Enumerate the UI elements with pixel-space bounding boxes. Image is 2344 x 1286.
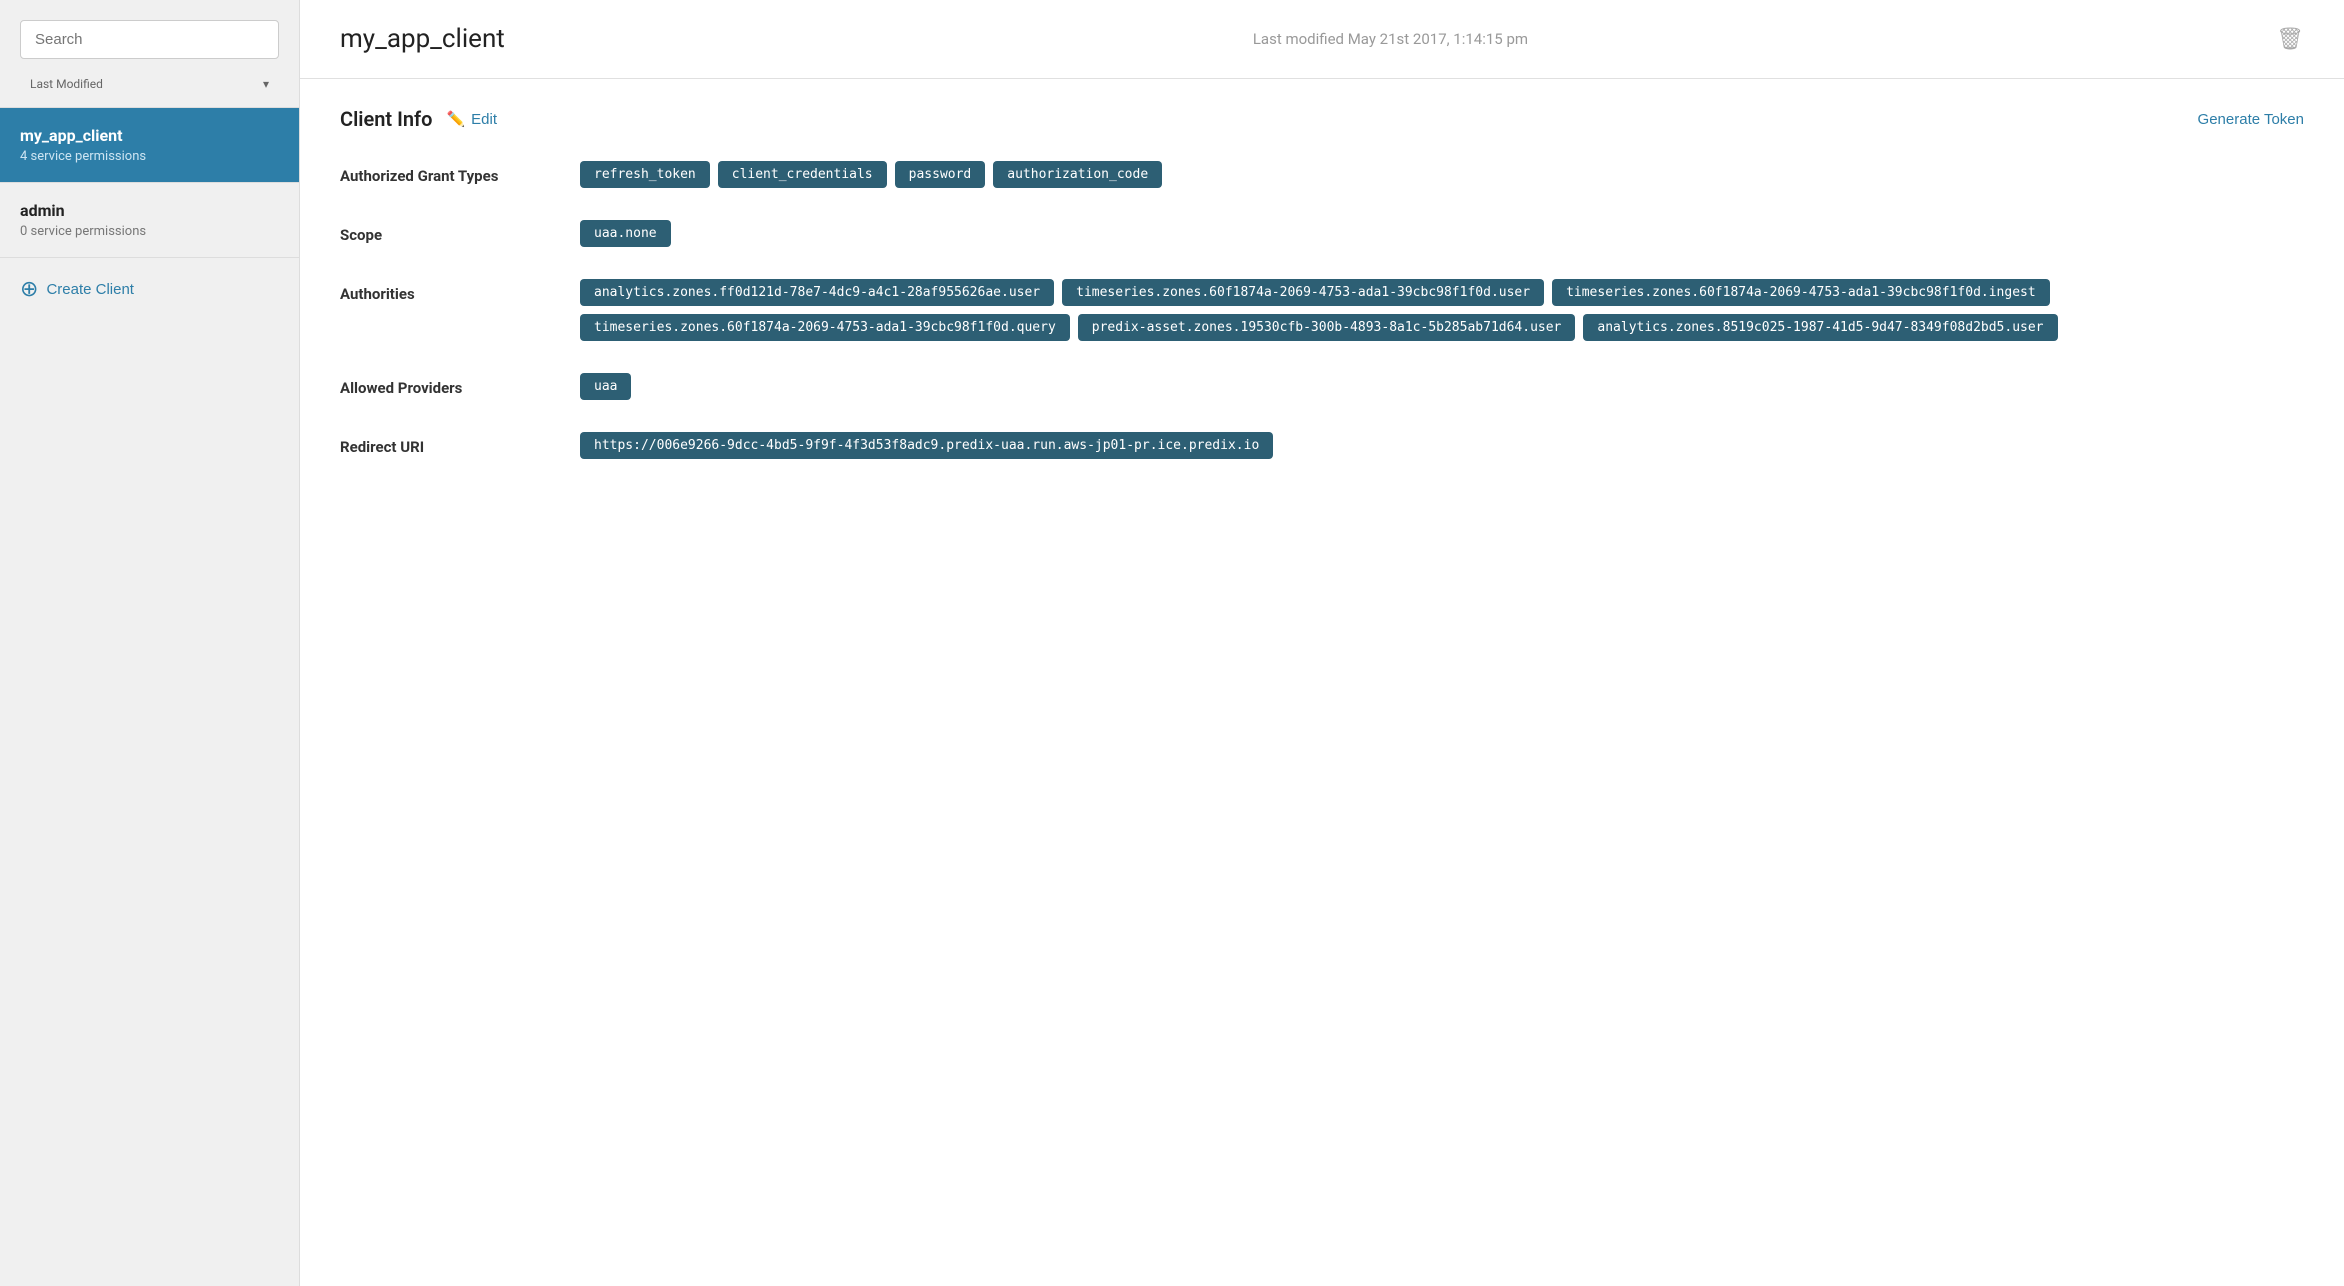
redirect-uri-values: https://006e9266-9dcc-4bd5-9f9f-4f3d53f8… [580,432,2304,459]
authorized-grant-types-field: Authorized Grant Types refresh_token clie… [340,161,2304,188]
tag: password [895,161,986,188]
authorities-values: analytics.zones.ff0d121d-78e7-4dc9-a4c1-… [580,279,2304,341]
tag: analytics.zones.8519c025-1987-41d5-9d47-… [1583,314,2057,341]
sort-dropdown[interactable]: Last Modified ▾ [20,71,279,97]
tag: authorization_code [993,161,1162,188]
edit-label: Edit [471,111,497,128]
field-label: Redirect URI [340,432,540,456]
pencil-icon: ✏️ [446,110,465,128]
allowed-providers-values: uaa [580,373,2304,400]
page-title: my_app_client [340,24,505,54]
sidebar: Last Modified ▾ my_app_client 4 service … [0,0,300,1286]
list-item[interactable]: my_app_client 4 service permissions [0,107,299,182]
search-input[interactable] [20,20,279,59]
section-title: Client Info [340,107,432,131]
tag: predix-asset.zones.19530cfb-300b-4893-8a… [1078,314,1576,341]
create-client-button[interactable]: ⊕ Create Client [20,278,279,300]
field-label: Authorities [340,279,540,303]
tag: timeseries.zones.60f1874a-2069-4753-ada1… [1552,279,2050,306]
allowed-providers-field: Allowed Providers uaa [340,373,2304,400]
client-name: my_app_client [20,126,279,145]
list-item[interactable]: admin 0 service permissions [0,182,299,258]
chevron-down-icon: ▾ [263,77,269,91]
client-name: admin [20,201,279,220]
client-permissions: 0 service permissions [20,224,279,239]
tag: uaa.none [580,220,671,247]
client-permissions: 4 service permissions [20,149,279,164]
scope-values: uaa.none [580,220,2304,247]
tag: timeseries.zones.60f1874a-2069-4753-ada1… [1062,279,1544,306]
field-label: Allowed Providers [340,373,540,397]
main-content: my_app_client Last modified May 21st 201… [300,0,2344,1286]
sort-label: Last Modified [30,77,103,91]
create-client-label: Create Client [46,281,134,298]
tag: https://006e9266-9dcc-4bd5-9f9f-4f3d53f8… [580,432,1273,459]
plus-icon: ⊕ [20,278,38,300]
field-label: Scope [340,220,540,244]
main-header: my_app_client Last modified May 21st 201… [300,0,2344,79]
tag: timeseries.zones.60f1874a-2069-4753-ada1… [580,314,1070,341]
last-modified-text: Last modified May 21st 2017, 1:14:15 pm [505,30,2276,48]
section-header: Client Info ✏️ Edit Generate Token [340,107,2304,131]
tag: refresh_token [580,161,710,188]
tag: uaa [580,373,631,400]
client-list: my_app_client 4 service permissions admi… [0,107,299,258]
section-title-group: Client Info ✏️ Edit [340,107,497,131]
client-info-section: Client Info ✏️ Edit Generate Token Autho… [300,79,2344,519]
authorized-grant-types-values: refresh_token client_credentials password a… [580,161,2304,188]
redirect-uri-field: Redirect URI https://006e9266-9dcc-4bd5-… [340,432,2304,459]
edit-button[interactable]: ✏️ Edit [446,110,497,128]
scope-field: Scope uaa.none [340,220,2304,247]
tag: client_credentials [718,161,887,188]
generate-token-button[interactable]: Generate Token [2198,111,2304,128]
tag: analytics.zones.ff0d121d-78e7-4dc9-a4c1-… [580,279,1054,306]
field-label: Authorized Grant Types [340,161,540,185]
delete-button[interactable]: 🗑 [2276,26,2304,52]
authorities-field: Authorities analytics.zones.ff0d121d-78e… [340,279,2304,341]
